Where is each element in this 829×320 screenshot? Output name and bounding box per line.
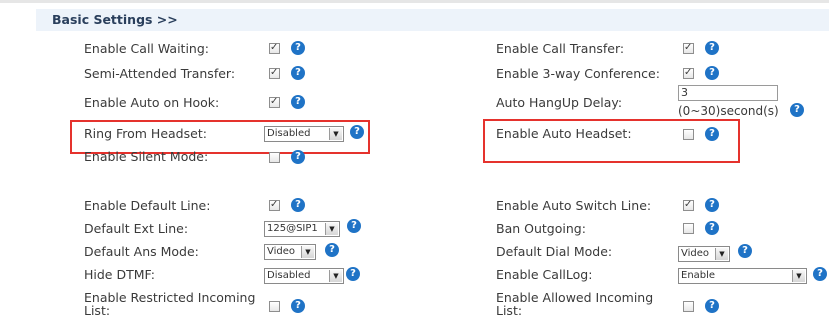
default-dial-mode-value: Video [681,248,710,259]
help-icon[interactable]: ? [813,267,827,281]
help-icon[interactable]: ? [291,66,305,80]
semi-attended-transfer-label: Semi-Attended Transfer: [84,66,236,81]
default-dial-mode-select[interactable]: Video ▼ [678,246,730,262]
default-ans-mode-label: Default Ans Mode: [84,244,199,259]
help-icon[interactable]: ? [705,299,719,313]
help-icon[interactable]: ? [705,41,719,55]
help-icon[interactable]: ? [291,299,305,313]
auto-hangup-delay-hint: (0~30)second(s) [678,104,779,118]
help-icon[interactable]: ? [705,66,719,80]
default-line-label: Enable Default Line: [84,198,211,213]
default-ext-line-label: Default Ext Line: [84,221,189,236]
auto-switch-line-label: Enable Auto Switch Line: [496,198,652,213]
default-ans-mode-select[interactable]: Video ▼ [264,244,316,260]
chevron-down-icon: ▼ [329,270,342,282]
hide-dtmf-value: Disabled [267,270,311,281]
highlight-box-auto-headset [483,119,740,163]
call-log-value: Enable [681,270,716,281]
help-icon[interactable]: ? [325,243,339,257]
three-way-conference-label: Enable 3-way Conference: [496,66,660,81]
chevron-down-icon: ▼ [792,270,805,282]
chevron-down-icon: ▼ [301,246,314,258]
section-header: Basic Settings >> [36,9,829,31]
auto-on-hook-checkbox[interactable] [269,95,280,109]
help-icon[interactable]: ? [790,103,804,117]
semi-attended-transfer-checkbox[interactable] [269,66,280,80]
call-waiting-checkbox[interactable] [269,41,280,55]
call-waiting-label: Enable Call Waiting: [84,41,209,56]
chevron-down-icon: ▼ [715,248,728,260]
help-icon[interactable]: ? [291,150,305,164]
three-way-conference-checkbox[interactable] [683,66,694,80]
auto-hangup-delay-label: Auto HangUp Delay: [496,95,623,110]
auto-switch-line-checkbox[interactable] [683,198,694,212]
help-icon[interactable]: ? [291,198,305,212]
help-icon[interactable]: ? [705,198,719,212]
hide-dtmf-select[interactable]: Disabled ▼ [264,268,344,284]
allowed-incoming-label-line2: List: [496,303,523,318]
auto-hangup-delay-input[interactable]: 3 [678,85,778,101]
default-dial-mode-label: Default Dial Mode: [496,244,613,259]
call-transfer-label: Enable Call Transfer: [496,41,625,56]
top-divider [0,0,829,3]
allowed-incoming-checkbox[interactable] [683,301,694,312]
help-icon[interactable]: ? [291,41,305,55]
help-icon[interactable]: ? [347,219,361,233]
silent-mode-label: Enable Silent Mode: [84,149,209,164]
default-line-checkbox[interactable] [269,198,280,212]
auto-on-hook-label: Enable Auto on Hook: [84,95,220,110]
restricted-incoming-label-line2: List: [84,303,111,318]
chevron-down-icon: ▼ [325,223,338,235]
call-transfer-checkbox[interactable] [683,41,694,55]
call-log-select[interactable]: Enable ▼ [678,268,807,284]
ban-outgoing-checkbox[interactable] [683,223,694,234]
call-log-label: Enable CallLog: [496,267,593,282]
help-icon[interactable]: ? [291,95,305,109]
restricted-incoming-checkbox[interactable] [269,301,280,312]
help-icon[interactable]: ? [705,221,719,235]
silent-mode-checkbox[interactable] [269,152,280,163]
default-ext-line-value: 125@SIP1 [267,223,318,234]
section-title[interactable]: Basic Settings >> [52,12,178,27]
hide-dtmf-label: Hide DTMF: [84,267,155,282]
default-ext-line-select[interactable]: 125@SIP1 ▼ [264,221,340,237]
ban-outgoing-label: Ban Outgoing: [496,221,586,236]
help-icon[interactable]: ? [346,267,360,281]
help-icon[interactable]: ? [738,244,752,258]
default-ans-mode-value: Video [267,246,296,257]
